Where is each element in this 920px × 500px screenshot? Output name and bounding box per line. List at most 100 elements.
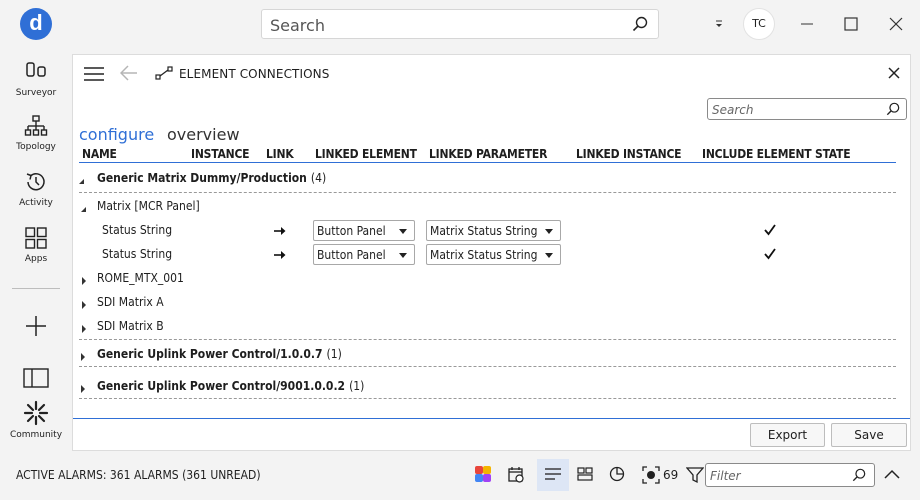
rail-label-apps: Apps: [24, 254, 48, 264]
collapse-caret-icon[interactable]: [80, 202, 87, 216]
alarm-color-filter-icon[interactable]: [475, 466, 491, 485]
focus-count: 69: [663, 468, 679, 482]
column-header-instance[interactable]: INSTANCE: [191, 147, 250, 161]
expand-caret-icon[interactable]: [81, 298, 87, 312]
chevron-down-icon: [399, 253, 407, 258]
user-avatar[interactable]: TC: [743, 8, 775, 40]
group-label: Generic Uplink Power Control/9001.0.0.2(…: [97, 379, 364, 393]
rail-add-button[interactable]: [0, 314, 72, 342]
alarm-filter-input[interactable]: [710, 468, 840, 483]
column-header-link[interactable]: LINK: [266, 147, 294, 161]
panel-title: ELEMENT CONNECTIONS: [179, 67, 330, 81]
group-row[interactable]: Generic Uplink Power Control/1.0.0.7 (1): [73, 344, 910, 366]
hamburger-menu-icon[interactable]: [84, 67, 104, 84]
column-header-linked-instance[interactable]: LINKED INSTANCE: [576, 147, 682, 161]
search-icon[interactable]: [852, 468, 866, 485]
group-row[interactable]: Generic Matrix Dummy/Production (4): [73, 168, 910, 190]
back-arrow-icon[interactable]: [119, 65, 138, 84]
minimize-icon[interactable]: [797, 14, 817, 34]
group-label: Generic Matrix Dummy/Production (4): [97, 171, 326, 185]
element-row[interactable]: ROME_MTX_001: [73, 268, 910, 290]
panel-header: ELEMENT CONNECTIONS: [73, 55, 910, 93]
chevron-down-icon: [399, 229, 407, 234]
rail-item-activity[interactable]: Activity: [0, 170, 72, 208]
rail-item-community[interactable]: Community: [0, 400, 72, 440]
tab-overview[interactable]: overview: [167, 125, 240, 144]
linked-element-dropdown[interactable]: Button Panel: [313, 244, 415, 265]
rail-item-surveyor[interactable]: Surveyor: [0, 60, 72, 98]
expand-caret-icon[interactable]: [81, 322, 87, 336]
element-name: SDI Matrix B: [97, 319, 164, 333]
linked-element-dropdown[interactable]: Button Panel: [313, 220, 415, 241]
rail-toggle-panel-button[interactable]: [0, 368, 72, 392]
column-header-name[interactable]: NAME: [82, 147, 117, 161]
expand-caret-icon[interactable]: [81, 274, 87, 288]
maximize-icon[interactable]: [841, 14, 861, 34]
row-divider: [79, 398, 896, 399]
chevron-up-icon[interactable]: [884, 468, 900, 482]
left-nav-rail: Surveyor Topology Activity Apps Communit…: [0, 48, 72, 456]
row-divider: [79, 366, 896, 367]
pie-chart-icon[interactable]: [609, 466, 625, 485]
panel-search-box[interactable]: [707, 98, 907, 120]
rail-item-topology[interactable]: Topology: [0, 114, 72, 152]
element-connections-panel: ELEMENT CONNECTIONS configure overview N…: [72, 54, 911, 451]
linked-parameter-value: Matrix Status String: [430, 248, 538, 262]
element-name: SDI Matrix A: [97, 295, 164, 309]
save-button[interactable]: Save: [831, 423, 907, 447]
element-connections-icon: [155, 66, 173, 83]
group-count: (4): [310, 171, 327, 185]
panel-close-icon[interactable]: [888, 67, 900, 82]
active-alarms-text[interactable]: ACTIVE ALARMS: 361 ALARMS (361 UNREAD): [16, 468, 261, 482]
collapse-caret-icon[interactable]: [78, 174, 85, 188]
linked-parameter-dropdown[interactable]: Matrix Status String: [426, 220, 561, 241]
include-element-state-checkbox[interactable]: [763, 223, 777, 237]
table-header: NAME INSTANCE LINK LINKED ELEMENT LINKED…: [73, 147, 910, 163]
rail-label-topology: Topology: [16, 142, 56, 152]
app-logo[interactable]: d: [20, 8, 52, 40]
parameter-name: Status String: [102, 223, 173, 237]
list-view-icon[interactable]: [545, 466, 561, 485]
apps-icon: [25, 227, 47, 249]
sidebar-toggle-icon: [23, 368, 49, 388]
search-icon[interactable]: [886, 102, 900, 119]
row-divider: [79, 192, 896, 193]
alarm-filter-box[interactable]: [705, 463, 875, 487]
group-count: (1): [326, 347, 342, 361]
include-element-state-checkbox[interactable]: [763, 247, 777, 261]
row-divider: [79, 339, 896, 340]
rail-label-community: Community: [9, 430, 63, 440]
surveyor-icon: [26, 62, 46, 77]
notification-dropdown-icon[interactable]: [709, 14, 729, 34]
expand-caret-icon[interactable]: [80, 382, 86, 396]
element-row[interactable]: SDI Matrix A: [73, 292, 910, 314]
element-row[interactable]: Matrix [MCR Panel]: [73, 196, 910, 218]
export-button[interactable]: Export: [750, 423, 825, 447]
link-arrow-icon: [274, 225, 286, 239]
parameter-row[interactable]: Status String Button Panel Matrix Status…: [73, 244, 910, 266]
column-header-linked-parameter[interactable]: LINKED PARAMETER: [429, 147, 547, 161]
expand-caret-icon[interactable]: [80, 350, 86, 364]
focus-icon[interactable]: [642, 466, 660, 487]
global-search-input[interactable]: [270, 15, 620, 35]
group-name: Generic Uplink Power Control/1.0.0.7: [97, 347, 323, 361]
panel-search-input[interactable]: [712, 102, 872, 117]
tab-configure[interactable]: configure: [79, 125, 154, 144]
status-bar: ACTIVE ALARMS: 361 ALARMS (361 UNREAD) 6…: [0, 456, 920, 496]
rail-item-apps[interactable]: Apps: [0, 226, 72, 264]
global-search-box[interactable]: [261, 9, 659, 39]
column-header-linked-element[interactable]: LINKED ELEMENT: [315, 147, 417, 161]
tile-view-icon[interactable]: [577, 466, 593, 485]
search-icon[interactable]: [632, 16, 648, 35]
linked-parameter-dropdown[interactable]: Matrix Status String: [426, 244, 561, 265]
element-row[interactable]: SDI Matrix B: [73, 316, 910, 338]
window-close-icon[interactable]: [886, 14, 906, 34]
column-header-include-element-state[interactable]: INCLUDE ELEMENT STATE: [702, 147, 851, 161]
alarm-history-icon[interactable]: [507, 466, 525, 487]
rail-divider: [12, 288, 60, 289]
element-name: Matrix [MCR Panel]: [97, 199, 200, 213]
group-name: Generic Uplink Power Control/9001.0.0.2: [97, 379, 346, 393]
group-row[interactable]: Generic Uplink Power Control/9001.0.0.2(…: [73, 376, 910, 398]
parameter-row[interactable]: Status String Button Panel Matrix Status…: [73, 220, 910, 242]
filter-funnel-icon[interactable]: [685, 466, 705, 487]
